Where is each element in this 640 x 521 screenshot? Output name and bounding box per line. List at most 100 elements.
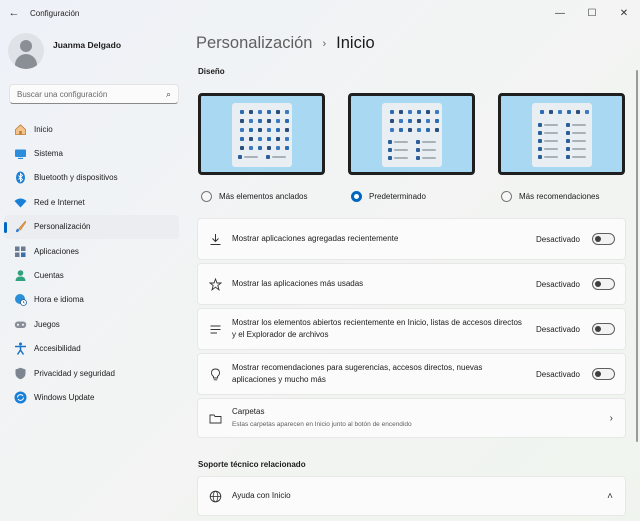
radio-button[interactable] <box>201 191 212 202</box>
avatar <box>8 33 44 69</box>
sidebar-item-label: Inicio <box>34 124 53 134</box>
sidebar-item-label: Windows Update <box>34 392 95 402</box>
sidebar-item-red[interactable]: Red e Internet <box>4 190 179 214</box>
toggle-switch[interactable] <box>592 368 615 380</box>
app-tile-icon <box>240 137 244 141</box>
setting-most-used-apps[interactable]: Mostrar las aplicaciones más usadas Desa… <box>197 263 626 305</box>
breadcrumb-parent[interactable]: Personalización <box>196 34 312 53</box>
app-tile-icon <box>435 119 439 123</box>
app-tile-icon <box>276 128 280 132</box>
chevron-up-icon[interactable]: ˄ <box>607 491 613 502</box>
maximize-icon[interactable]: ☐ <box>576 8 608 19</box>
layout-preview-more-pins[interactable] <box>198 93 325 175</box>
sidebar-item-label: Red e Internet <box>34 197 85 207</box>
sidebar-item-aplicaciones[interactable]: Aplicaciones <box>4 239 179 263</box>
app-tile-icon <box>249 119 253 123</box>
app-tile-icon <box>240 110 244 114</box>
search-box[interactable]: Buscar una configuración ⌕ <box>9 84 179 104</box>
sidebar-item-hora[interactable]: Hora e idioma <box>4 288 179 312</box>
scrollbar[interactable] <box>636 70 638 442</box>
sidebar-item-label: Bluetooth y dispositivos <box>34 173 118 183</box>
user-profile[interactable]: Juanma Delgado <box>8 33 121 69</box>
layout-preview-default[interactable] <box>348 93 475 175</box>
sidebar-item-accesibilidad[interactable]: Accesibilidad <box>4 337 179 361</box>
setting-folders[interactable]: Carpetas Estas carpetas aparecen en Inic… <box>197 398 626 438</box>
app-tile-icon <box>240 119 244 123</box>
help-label: Ayuda con Inicio <box>232 491 291 500</box>
sidebar-item-bluetooth[interactable]: Bluetooth y dispositivos <box>4 166 179 190</box>
setting-recently-added-apps[interactable]: Mostrar aplicaciones agregadas recientem… <box>197 218 626 260</box>
recommendation-line <box>572 124 586 126</box>
monitor-icon <box>14 147 27 160</box>
sidebar-item-sistema[interactable]: Sistema <box>4 141 179 165</box>
toggle-switch[interactable] <box>592 233 615 245</box>
app-tile-icon <box>285 128 289 132</box>
recommendation-line <box>422 149 436 151</box>
shield-icon <box>14 367 27 380</box>
gamepad-icon <box>14 318 27 331</box>
accessibility-icon <box>14 342 27 356</box>
minimize-icon[interactable]: — <box>544 8 576 19</box>
app-tile-icon <box>408 110 412 114</box>
radio-more-recommendations[interactable]: Más recomendaciones <box>501 191 599 202</box>
app-tile-icon <box>408 128 412 132</box>
app-tile-icon <box>258 137 262 141</box>
back-arrow-icon[interactable]: ← <box>0 7 28 19</box>
app-tile-icon <box>435 110 439 114</box>
toggle-switch[interactable] <box>592 278 615 290</box>
app-tile-icon <box>426 119 430 123</box>
app-tile-icon <box>285 146 289 150</box>
radio-default[interactable]: Predeterminado <box>351 191 426 202</box>
recommendation-icon <box>566 147 570 151</box>
radio-button-selected[interactable] <box>351 191 362 202</box>
app-tile-icon <box>399 110 403 114</box>
recommendation-line <box>544 132 558 134</box>
app-tile-icon <box>267 110 271 114</box>
toggle-switch[interactable] <box>592 323 615 335</box>
app-tile-icon <box>240 146 244 150</box>
app-tile-icon <box>390 110 394 114</box>
app-tile-icon <box>417 128 421 132</box>
app-tile-icon <box>267 128 271 132</box>
update-icon <box>14 391 27 404</box>
setting-recently-opened-items[interactable]: Mostrar los elementos abiertos recientem… <box>197 308 626 350</box>
sidebar-item-windows-update[interactable]: Windows Update <box>4 385 179 409</box>
app-tile-icon <box>558 110 562 114</box>
sidebar-item-personalizacion[interactable]: Personalización <box>4 214 179 239</box>
app-tile-icon <box>267 119 271 123</box>
sidebar-item-juegos[interactable]: Juegos <box>4 312 179 336</box>
help-with-start[interactable]: Ayuda con Inicio ˄ <box>197 476 626 516</box>
app-tile-icon <box>258 128 262 132</box>
sidebar-item-label: Sistema <box>34 149 63 159</box>
app-tile-icon <box>426 128 430 132</box>
search-icon[interactable]: ⌕ <box>166 89 171 100</box>
setting-label: Mostrar los elementos abiertos recientem… <box>232 318 522 339</box>
recommendation-line <box>394 149 408 151</box>
window-controls: — ☐ ✕ <box>544 0 640 26</box>
support-section-title: Soporte técnico relacionado <box>198 460 306 469</box>
app-tile-icon <box>258 119 262 123</box>
layout-preview-more-recommendations[interactable] <box>498 93 625 175</box>
recommendation-icon <box>416 156 420 160</box>
app-tile-icon <box>417 119 421 123</box>
app-tile-icon <box>276 137 280 141</box>
radio-button[interactable] <box>501 191 512 202</box>
app-tile-icon <box>276 110 280 114</box>
window-title: Configuración <box>30 8 80 18</box>
chevron-right-icon: › <box>609 412 613 424</box>
sidebar-item-label: Juegos <box>34 319 60 329</box>
app-tile-icon <box>549 110 553 114</box>
title-bar: ← Configuración — ☐ ✕ <box>0 0 640 26</box>
sidebar-item-privacidad[interactable]: Privacidad y seguridad <box>4 361 179 385</box>
sidebar-item-cuentas[interactable]: Cuentas <box>4 263 179 287</box>
sidebar-item-inicio[interactable]: Inicio <box>4 117 179 141</box>
setting-recommendations[interactable]: Mostrar recomendaciones para sugerencias… <box>197 353 626 395</box>
app-tile-icon <box>249 128 253 132</box>
radio-more-pins[interactable]: Más elementos anclados <box>201 191 308 202</box>
recommendation-icon <box>388 156 392 160</box>
close-icon[interactable]: ✕ <box>608 8 640 19</box>
recommendation-line <box>272 156 286 158</box>
recommendation-line <box>572 156 586 158</box>
app-tile-icon <box>249 137 253 141</box>
search-input[interactable]: Buscar una configuración <box>17 90 166 99</box>
